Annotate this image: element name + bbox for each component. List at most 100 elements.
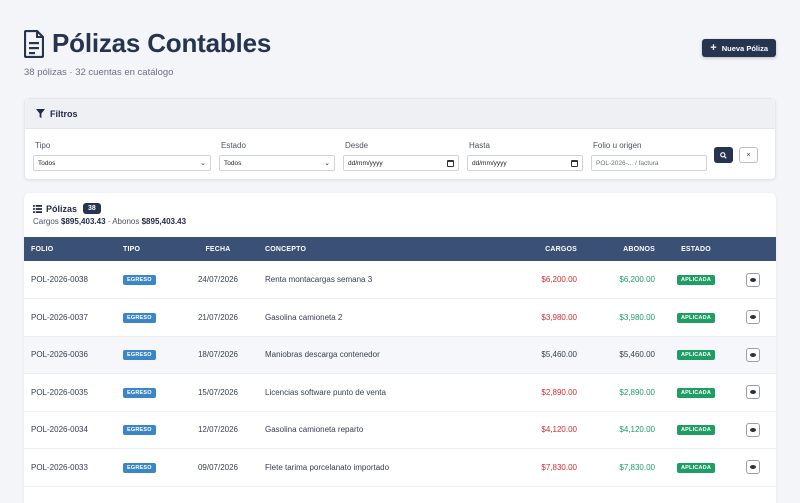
cargos-cell: $2,890.00	[472, 373, 584, 412]
actions-cell	[730, 411, 776, 449]
status-badge: APLICADA	[676, 312, 716, 323]
status-badge: APLICADA	[676, 275, 716, 285]
abonos-cell: $4,120.00	[584, 411, 662, 449]
chevron-down-icon: ⌄	[200, 160, 206, 167]
col-actions	[730, 237, 776, 261]
table-row[interactable]: POL-2026-0037 EGRESO 21/07/2026 Gasolina…	[24, 298, 776, 337]
tipo-cell: EGRESO	[116, 373, 178, 412]
estado-cell: APLICADA	[662, 336, 730, 374]
tipo-select[interactable]: Todos ⌄	[33, 155, 211, 171]
actions-cell	[730, 336, 776, 374]
concepto-cell: Maniobras descarga contenedor	[258, 336, 472, 374]
fecha-cell: 24/07/2026	[178, 261, 258, 299]
estado-label: Estado	[221, 141, 246, 150]
col-fecha: FECHA	[178, 237, 258, 261]
hasta-label: Hasta	[469, 141, 490, 150]
search-button[interactable]	[714, 147, 733, 163]
status-badge: APLICADA	[676, 387, 716, 398]
status-badge: APLICADA	[676, 462, 716, 473]
filter-icon	[36, 109, 45, 118]
estado-cell: APLICADA	[662, 448, 730, 487]
abonos-cell: $2,890.00	[584, 373, 662, 412]
fecha-cell: 21/07/2026	[178, 298, 258, 337]
polizas-table-card: Pólizas 38 Cargos $895,403.43 · Abonos $…	[24, 193, 776, 503]
actions-cell	[730, 261, 776, 299]
calendar-icon[interactable]	[571, 159, 578, 167]
plus-icon: +	[710, 41, 717, 54]
concepto-cell: Gasolina camioneta reparto	[258, 411, 472, 449]
abonos-cell: $6,200.00	[584, 261, 662, 299]
new-poliza-button[interactable]: + Nueva Póliza	[702, 39, 776, 57]
table-row[interactable]: POL-2026-0035 EGRESO 15/07/2026 Licencia…	[24, 373, 776, 412]
estado-select[interactable]: Todos ⌄	[219, 155, 335, 171]
folio-placeholder: POL-2026-... / factura	[596, 159, 659, 167]
table-row[interactable]: POL-2026-0038 EGRESO 24/07/2026 Renta mo…	[24, 261, 776, 299]
folio-cell: POL-2026-0037	[24, 298, 116, 337]
count-badge: 38	[83, 203, 101, 214]
close-icon: ×	[746, 151, 751, 159]
col-folio: FOLIO	[24, 237, 116, 261]
view-button[interactable]	[746, 385, 760, 400]
view-button[interactable]	[746, 272, 760, 287]
totals-separator: ·	[107, 217, 111, 226]
tipo-cell: EGRESO	[116, 261, 178, 299]
hasta-date-input[interactable]: dd/mm/yyyy	[467, 155, 583, 171]
fecha-cell: 15/07/2026	[178, 373, 258, 412]
eye-icon	[750, 277, 756, 282]
tipo-cell: EGRESO	[116, 411, 178, 449]
chevron-down-icon: ⌄	[324, 160, 330, 167]
col-tipo: TIPO	[116, 237, 178, 261]
tipo-badge: EGRESO	[123, 350, 156, 361]
tipo-cell: EGRESO	[116, 298, 178, 337]
tipo-badge: EGRESO	[123, 462, 156, 473]
eye-icon	[750, 352, 756, 357]
actions-cell	[730, 373, 776, 412]
cargos-cell: $3,980.00	[472, 298, 584, 337]
filters-panel: Filtros Tipo Todos ⌄ Estado Todos ⌄ Desd…	[24, 98, 776, 180]
status-badge: APLICADA	[676, 425, 716, 436]
polizas-table: FOLIO TIPO FECHA CONCEPTO CARGOS ABONOS …	[24, 237, 776, 487]
eye-icon	[750, 390, 756, 395]
table-card-header: Pólizas 38	[33, 203, 101, 214]
desde-label: Desde	[345, 141, 369, 150]
table-title: Pólizas	[46, 203, 78, 214]
clear-filters-button[interactable]: ×	[739, 147, 758, 163]
page-title: Pólizas Contables	[52, 28, 272, 58]
tipo-cell: EGRESO	[116, 448, 178, 487]
cargos-total: $895,403.43	[61, 217, 106, 226]
col-cargos: CARGOS	[472, 237, 584, 261]
view-button[interactable]	[746, 310, 760, 325]
tipo-badge: EGRESO	[123, 387, 156, 398]
folio-search-input[interactable]: POL-2026-... / factura	[591, 155, 707, 171]
tipo-value: Todos	[38, 159, 56, 167]
filters-title: Filtros	[50, 108, 78, 119]
table-row[interactable]: POL-2026-0034 EGRESO 12/07/2026 Gasolina…	[24, 411, 776, 449]
eye-icon	[750, 465, 756, 470]
fecha-cell: 09/07/2026	[178, 448, 258, 487]
page-subtitle: 38 pólizas · 32 cuentas en catálogo	[24, 67, 174, 78]
table-row[interactable]: POL-2026-0036 EGRESO 18/07/2026 Maniobra…	[24, 336, 776, 374]
abonos-total: $895,403.43	[141, 217, 187, 226]
view-button[interactable]	[746, 460, 760, 475]
document-icon	[24, 29, 44, 58]
col-estado: ESTADO	[662, 237, 730, 261]
view-button[interactable]	[746, 422, 760, 437]
page-header: Pólizas Contables 38 pólizas · 32 cuenta…	[24, 28, 776, 78]
folio-cell: POL-2026-0036	[24, 336, 116, 374]
totals-summary: Cargos $895,403.43 · Abonos $895,403.43	[33, 217, 186, 226]
tipo-label: Tipo	[35, 141, 51, 150]
fecha-cell: 18/07/2026	[178, 336, 258, 374]
view-button[interactable]	[746, 347, 760, 362]
folio-cell: POL-2026-0034	[24, 411, 116, 449]
desde-date-input[interactable]: dd/mm/yyyy	[343, 155, 459, 171]
cargos-cell: $6,200.00	[472, 261, 584, 299]
tipo-badge: EGRESO	[123, 312, 156, 323]
desde-value: dd/mm/yyyy	[348, 159, 383, 167]
col-abonos: ABONOS	[584, 237, 662, 261]
folio-cell: POL-2026-0033	[24, 448, 116, 487]
tipo-badge: EGRESO	[123, 275, 156, 285]
estado-cell: APLICADA	[662, 298, 730, 337]
cargos-cell: $5,460.00	[472, 336, 584, 374]
table-row[interactable]: POL-2026-0033 EGRESO 09/07/2026 Flete ta…	[24, 448, 776, 487]
calendar-icon[interactable]	[447, 159, 454, 167]
